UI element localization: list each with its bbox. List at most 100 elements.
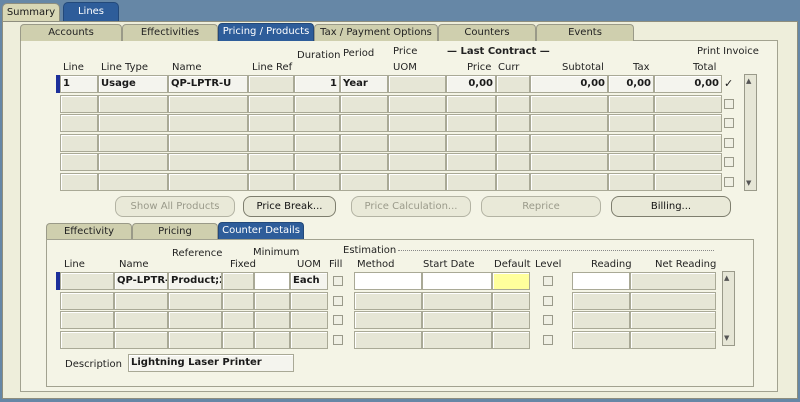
level-checkbox[interactable] [543, 276, 553, 286]
lines-cell-name[interactable] [168, 114, 248, 132]
lines-cell-line_type[interactable] [98, 114, 168, 132]
counter-cell-uom[interactable]: Each [290, 272, 328, 290]
lines-cell-period[interactable] [340, 94, 388, 113]
counter-cell-reference[interactable]: Product;2 [168, 272, 222, 290]
counter-cell-reference[interactable] [168, 330, 222, 349]
counter-cell-name[interactable] [114, 311, 168, 329]
counter-cell-default[interactable] [492, 311, 530, 329]
counter-cell-start-date[interactable] [422, 311, 492, 329]
scroll-up-icon[interactable]: ▲ [746, 77, 751, 85]
lines-cell-total[interactable] [654, 94, 722, 113]
counter-cell-net-reading[interactable] [630, 330, 716, 349]
lines-cell-duration[interactable] [294, 114, 340, 132]
counter-cell-fixed[interactable] [222, 330, 254, 349]
lines-cell-subtotal[interactable] [530, 133, 608, 152]
tab-effectivities[interactable]: Effectivities [122, 24, 218, 41]
lines-cell-total[interactable] [654, 172, 722, 191]
counter-cell-minimum[interactable] [254, 330, 290, 349]
counter-cell-minimum[interactable] [254, 291, 290, 310]
level-checkbox[interactable] [543, 295, 553, 306]
lines-cell-line_type[interactable]: Usage [98, 75, 168, 93]
counter-cell-method[interactable] [354, 272, 422, 290]
lines-cell-period[interactable] [340, 114, 388, 132]
level-checkbox[interactable] [543, 334, 553, 345]
counter-scrollbar[interactable]: ▲ ▼ [722, 271, 735, 346]
tab-counter-details[interactable]: Counter Details [218, 222, 304, 240]
lines-cell-curr[interactable] [496, 114, 530, 132]
counter-cell-start-date[interactable] [422, 330, 492, 349]
tab-tax-payment[interactable]: Tax / Payment Options [314, 24, 438, 41]
lines-cell-duration[interactable] [294, 172, 340, 191]
tab-summary[interactable]: Summary [2, 3, 60, 22]
print-invoice-checkbox[interactable] [724, 118, 734, 128]
fill-checkbox[interactable] [333, 334, 343, 345]
counter-cell-uom[interactable] [290, 330, 328, 349]
lines-cell-line_type[interactable] [98, 172, 168, 191]
reprice-button[interactable]: Reprice [481, 196, 601, 217]
lines-cell-line[interactable] [60, 153, 98, 171]
print-invoice-checkbox[interactable]: ✓ [724, 78, 734, 89]
lines-cell-line_ref[interactable] [248, 133, 294, 152]
lines-cell-name[interactable] [168, 172, 248, 191]
counter-cell-line[interactable] [60, 291, 114, 310]
lines-cell-line[interactable] [60, 172, 98, 191]
counter-cell-start-date[interactable] [422, 291, 492, 310]
lines-cell-subtotal[interactable] [530, 114, 608, 132]
lines-cell-period[interactable]: Year [340, 75, 388, 93]
counter-cell-reference[interactable] [168, 291, 222, 310]
counter-cell-method[interactable] [354, 311, 422, 329]
lines-cell-price_uom[interactable] [388, 172, 446, 191]
tab-counters[interactable]: Counters [438, 24, 536, 41]
description-field[interactable]: Lightning Laser Printer [128, 354, 294, 372]
lines-cell-duration[interactable]: 1 [294, 75, 340, 93]
tab-effectivity[interactable]: Effectivity [46, 223, 132, 240]
tab-accounts[interactable]: Accounts [20, 24, 122, 41]
counter-scroll-down-icon[interactable]: ▼ [724, 334, 729, 342]
counter-cell-net-reading[interactable] [630, 272, 716, 290]
lines-cell-price_uom[interactable] [388, 114, 446, 132]
lines-cell-subtotal[interactable] [530, 94, 608, 113]
lines-cell-subtotal[interactable]: 0,00 [530, 75, 608, 93]
lines-cell-line_type[interactable] [98, 153, 168, 171]
counter-cell-fixed[interactable] [222, 311, 254, 329]
lines-cell-line_type[interactable] [98, 94, 168, 113]
lines-cell-curr[interactable] [496, 133, 530, 152]
lines-cell-duration[interactable] [294, 94, 340, 113]
lines-cell-total[interactable] [654, 133, 722, 152]
counter-cell-fixed[interactable] [222, 272, 254, 290]
counter-cell-net-reading[interactable] [630, 311, 716, 329]
lines-cell-curr[interactable] [496, 75, 530, 93]
print-invoice-checkbox[interactable] [724, 98, 734, 109]
fill-checkbox[interactable] [333, 295, 343, 306]
lines-cell-total[interactable] [654, 153, 722, 171]
lines-cell-price[interactable] [446, 153, 496, 171]
lines-cell-subtotal[interactable] [530, 172, 608, 191]
counter-cell-name[interactable] [114, 291, 168, 310]
counter-cell-line[interactable] [60, 330, 114, 349]
lines-cell-period[interactable] [340, 133, 388, 152]
lines-cell-total[interactable] [654, 114, 722, 132]
tab-events[interactable]: Events [536, 24, 634, 41]
lines-cell-line_ref[interactable] [248, 114, 294, 132]
lines-cell-price_uom[interactable] [388, 94, 446, 113]
tab-lines[interactable]: Lines [63, 2, 119, 22]
lines-cell-price[interactable] [446, 133, 496, 152]
lines-cell-curr[interactable] [496, 172, 530, 191]
lines-cell-name[interactable] [168, 94, 248, 113]
lines-cell-period[interactable] [340, 153, 388, 171]
price-break-button[interactable]: Price Break... [243, 196, 336, 217]
counter-cell-minimum[interactable] [254, 311, 290, 329]
fill-checkbox[interactable] [333, 276, 343, 286]
counter-cell-reading[interactable] [572, 291, 630, 310]
counter-cell-minimum[interactable] [254, 272, 290, 290]
counter-cell-default[interactable] [492, 291, 530, 310]
lines-cell-price_uom[interactable] [388, 153, 446, 171]
counter-cell-start-date[interactable] [422, 272, 492, 290]
lines-cell-total[interactable]: 0,00 [654, 75, 722, 93]
counter-cell-method[interactable] [354, 330, 422, 349]
counter-cell-default[interactable] [492, 330, 530, 349]
lines-cell-price_uom[interactable] [388, 75, 446, 93]
lines-cell-curr[interactable] [496, 94, 530, 113]
tab-pricing-products[interactable]: Pricing / Products [218, 23, 314, 41]
lines-cell-tax[interactable]: 0,00 [608, 75, 654, 93]
